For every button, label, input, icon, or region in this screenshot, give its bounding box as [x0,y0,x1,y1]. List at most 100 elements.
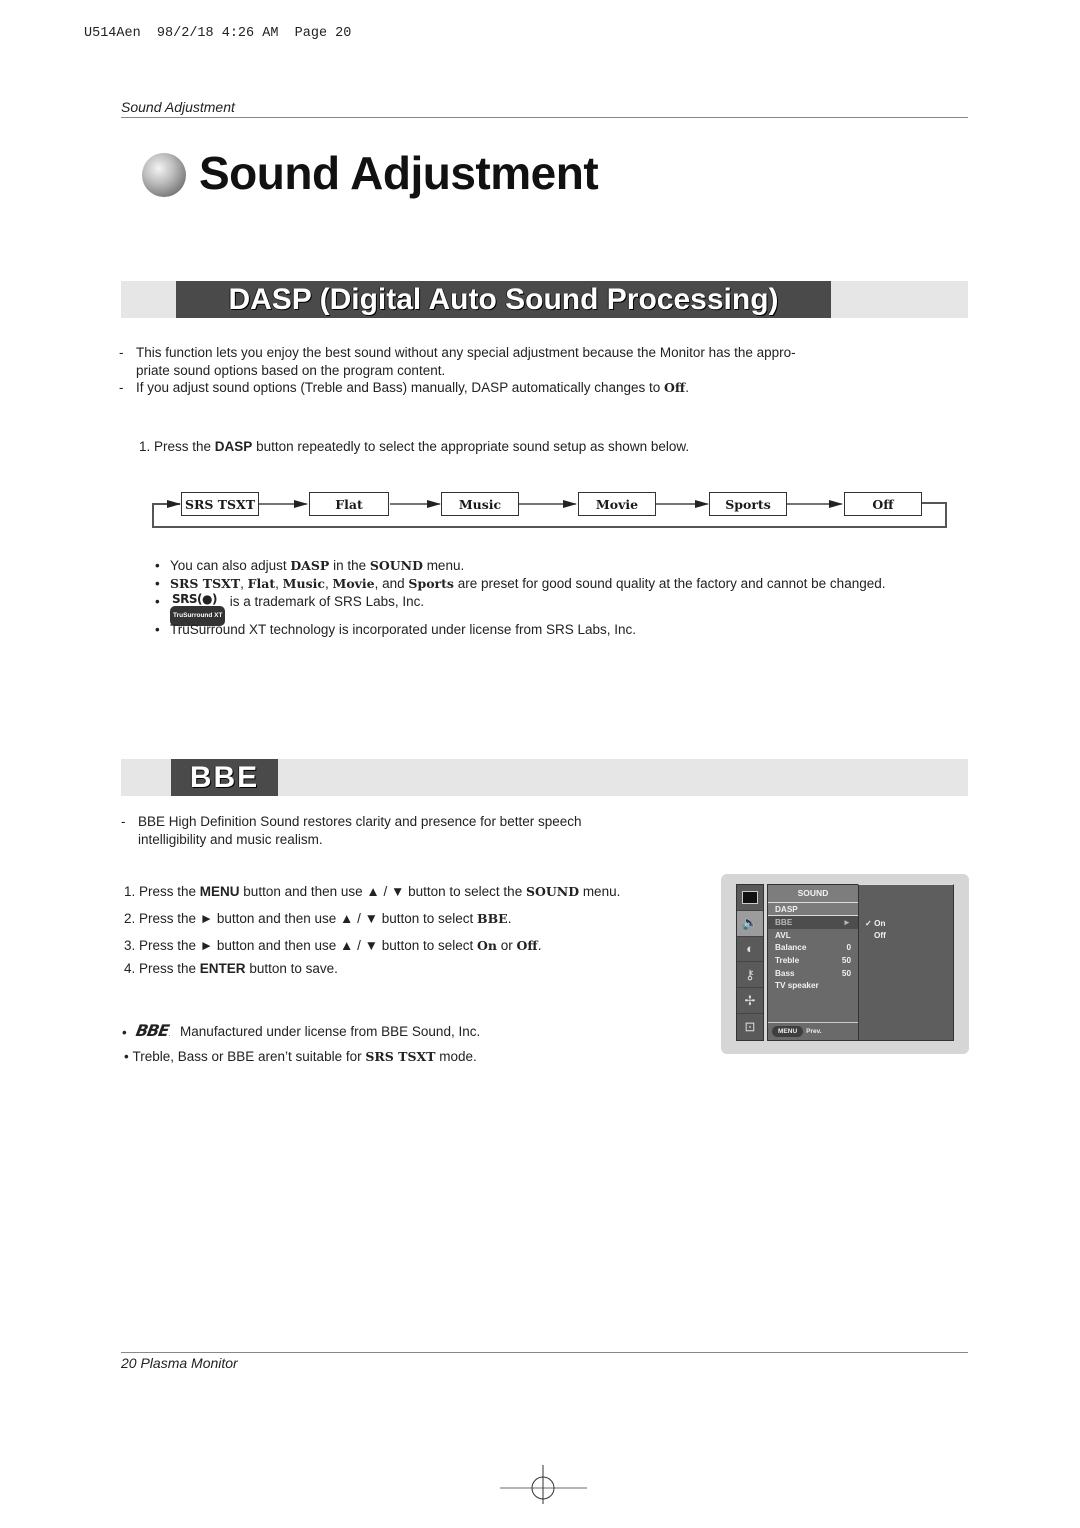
step-sound: SOUND [525,884,580,899]
dasp-intro-2-period: . [685,380,689,395]
osd-item-value: 50 [841,968,851,978]
bbe-heading: BBE [171,759,278,796]
note-1-mid: in the [329,558,370,573]
osd-item-balance: Balance 0 [768,941,858,954]
step-bbe: BBE [477,911,508,926]
step-off: Off [516,938,538,953]
dasp-flow-connectors [152,500,947,528]
dasp-step-1-dasp: DASP [214,439,253,454]
bbe-intro-line1: BBE High Definition Sound restores clari… [138,814,582,829]
step-text: 3. Press the ► button and then use ▲ / ▼… [124,938,478,953]
step-text: 2. Press the ► button and then use ▲ / ▼… [124,911,478,926]
title-bullet-icon [142,153,186,197]
osd-side-icons: 🔈 ◐ ⚷ ✢ ⊡ [736,884,764,1041]
osd-item-tv-speaker: TV speaker [768,979,858,992]
sep: , and [374,576,409,591]
flow-mode-music: Music [441,492,519,516]
osd-menu-panel: SOUND DASP BBE ► AVL Balance 0 Treble 50 Ba… [767,884,859,1041]
picture-icon [737,885,763,911]
key-icon: ⚷ [737,962,763,989]
bbe-step-1: 1. Press the MENU button and then use ▲ … [124,883,620,901]
osd-menu-button: MENU [772,1026,804,1037]
osd-item-label: Balance [775,943,807,953]
dasp-step-1-post: button repeatedly to select the appropri… [252,439,690,454]
dasp-section-band: DASP (Digital Auto Sound Processing) [121,281,968,318]
dasp-intro-2-text: If you adjust sound options (Treble and … [136,380,665,395]
dasp-heading: DASP (Digital Auto Sound Processing) [176,281,831,318]
dasp-step-1-pre: 1. Press the [139,439,215,454]
step-enter: ENTER [199,961,246,976]
dasp-note-3: • SRS(●) TruSurround XT DIGITAL is a tra… [155,592,425,626]
speaker-icon: 🔈 [737,910,763,937]
step-text: . [537,938,542,953]
osd-item-label: Treble [775,955,800,965]
step-text: . [507,911,512,926]
page-title: Sound Adjustment [199,147,599,199]
flow-mode-flat: Flat [309,492,389,516]
step-on: On [477,938,498,953]
note-2-post: are preset for good sound quality at the… [453,576,886,591]
bbe-step-3: 3. Press the ► button and then use ▲ / ▼… [124,937,541,955]
step-text: or [497,938,517,953]
loop-back-line [152,500,947,528]
running-header: Sound Adjustment [121,99,235,115]
dasp-intro-1: - This function lets you enjoy the best s… [119,345,796,378]
flow-mode-sports: Sports [709,492,787,516]
bbe-note-2-text: Treble, Bass or BBE aren’t suitable for [132,1049,366,1064]
dasp-note-4: • TruSurround XT technology is incorporat… [155,622,636,637]
step-text: menu. [579,884,621,899]
osd-item-value: 0 [846,943,851,953]
osd-item-value: 50 [841,955,851,965]
osd-footer: MENU Prev. [768,1022,858,1040]
osd-item-bass: Bass 50 [768,967,858,980]
osd-item-label: BBE [775,917,793,927]
osd-item-dasp: DASP [768,903,858,916]
lock-icon: ⊡ [744,1018,756,1034]
osd-item-label: DASP [775,904,798,914]
bbe-note-2: • Treble, Bass or BBE aren’t suitable fo… [124,1049,477,1064]
page-footer: 20 Plasma Monitor [121,1355,238,1371]
osd-item-avl: AVL [768,929,858,942]
flow-mode-srs-tsxt: SRS TSXT [181,492,259,516]
osd-item-label: TV speaker [775,981,819,991]
sep: , [324,576,333,591]
note-3-text: is a trademark of SRS Labs, Inc. [229,594,425,609]
osd-prev-label: Prev. [806,1028,822,1035]
note-1-post: menu. [422,558,465,573]
footer-rule [121,1352,968,1353]
osd-item-bbe: BBE ► [768,916,858,929]
bbe-note-2-srs: SRS TSXT [365,1049,436,1064]
flow-mode-movie: Movie [578,492,656,516]
note-4-text: TruSurround XT technology is incorporate… [170,622,636,637]
dasp-intro-1-line1: This function lets you enjoy the best so… [136,345,796,360]
flow-mode-off: Off [844,492,922,516]
bbe-note-1-text: Manufactured under license from BBE Soun… [180,1024,481,1039]
note-1-dasp: DASP [290,558,330,573]
note-1-pre: You can also adjust [170,558,291,573]
bbe-intro: - BBE High Definition Sound restores clar… [121,814,582,847]
osd-item-label: AVL [775,930,791,940]
note-2-sports: Sports [408,576,454,591]
dasp-note-1: • You can also adjust DASP in the SOUND m… [155,558,465,573]
note-2-flat: Flat [247,576,276,591]
step-text: button and then use ▲ / ▼ button to sele… [239,884,526,899]
dasp-intro-2-off: Off [664,380,686,395]
step-text: 1. Press the [124,884,200,899]
bbe-intro-line2: intelligibility and music realism. [138,831,323,847]
sep: , [240,576,248,591]
osd-submenu-panel: ✓ On Off [858,884,954,1041]
note-2-music: Music [282,576,325,591]
osd-sound-menu-illustration: 🔈 ◐ ⚷ ✢ ⊡ SOUND DASP BBE ► AVL Balance 0 T… [721,874,969,1054]
bbe-note-2-post: mode. [435,1049,477,1064]
bbe-step-4: 4. Press the ENTER button to save. [124,960,338,978]
cross-icon: ✢ [737,988,763,1014]
print-slug: U514Aen 98/2/18 4:26 AM Page 20 [84,26,352,41]
header-rule [121,117,968,118]
note-2-movie: Movie [332,576,375,591]
dasp-intro-2: - If you adjust sound options (Treble and… [119,380,689,395]
osd-item-value: ► [842,917,851,927]
dasp-note-2: • SRS TSXT, Flat, Music, Movie, and Sport… [155,576,886,591]
bbe-step-2: 2. Press the ► button and then use ▲ / ▼… [124,910,511,928]
sep: , [275,576,283,591]
osd-option-off: Off [874,931,886,940]
